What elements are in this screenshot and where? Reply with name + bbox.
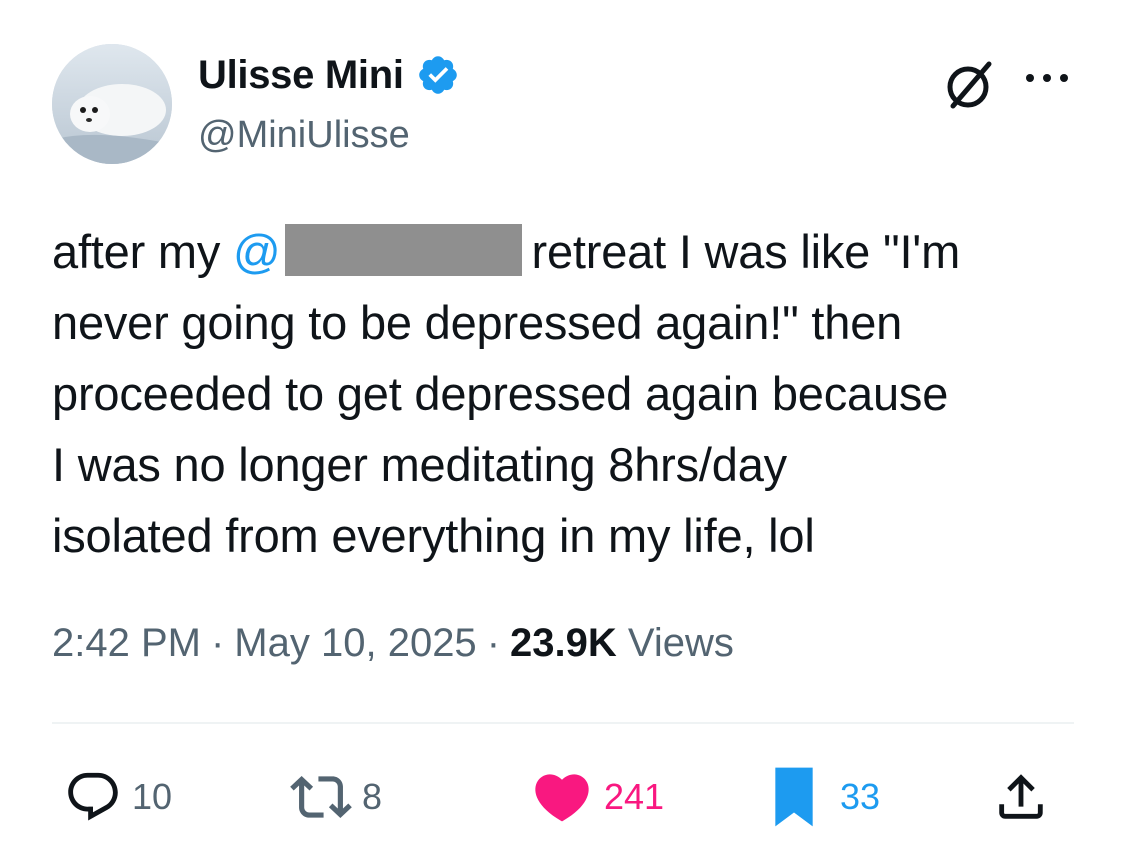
verified-badge-icon [418,56,457,94]
tweet-meta: 2:42 PM · May 10, 2025 · 23.9K Views [52,618,734,668]
seal-pup-avatar-icon [52,44,172,164]
views-count[interactable]: 23.9K [510,621,617,665]
tweet-line: proceeded to get depressed again because [52,367,949,420]
like-count: 241 [604,776,665,817]
reply-icon [68,772,118,821]
tweet-line: after my @ retreat I was like "I'm [52,216,1092,287]
bookmark-button[interactable]: 33 [770,766,880,828]
tweet-text: after my @ retreat I was like "I'm never … [52,216,1092,571]
tweet-text-segment: after my [52,225,234,278]
grok-icon[interactable] [941,56,999,114]
more-options-icon[interactable] [1020,60,1074,100]
author-display-name[interactable]: Ulisse Mini [198,52,404,98]
tweet-line: I was no longer meditating 8hrs/day [52,438,787,491]
share-button[interactable] [992,766,1050,828]
views-label: Views [627,621,734,665]
author-handle[interactable]: @MiniUlisse [198,112,410,158]
reply-button[interactable]: 10 [64,766,172,828]
tweet-text-segment: retreat I was like "I'm [531,225,961,278]
retweet-button[interactable]: 8 [290,766,382,828]
avatar[interactable] [52,44,172,164]
author-name-row[interactable]: Ulisse Mini [198,52,460,98]
divider [52,722,1074,724]
bookmark-icon [775,767,813,827]
tweet-time[interactable]: 2:42 PM [52,621,201,665]
tweet-date[interactable]: May 10, 2025 [234,621,476,665]
retweet-icon [290,776,352,818]
mention-link[interactable]: @ [233,225,281,278]
like-button[interactable]: 241 [530,766,664,828]
bookmark-count: 33 [840,776,881,817]
redaction-block [284,224,522,276]
reply-count: 10 [132,776,173,817]
tweet-line: isolated from everything in my life, lol [52,509,815,562]
meta-separator: · [210,621,225,665]
share-icon [999,774,1043,819]
tweet-line: never going to be depressed again!" then [52,296,903,349]
retweet-count: 8 [362,776,383,817]
meta-separator: · [486,621,501,665]
heart-icon [535,774,589,822]
